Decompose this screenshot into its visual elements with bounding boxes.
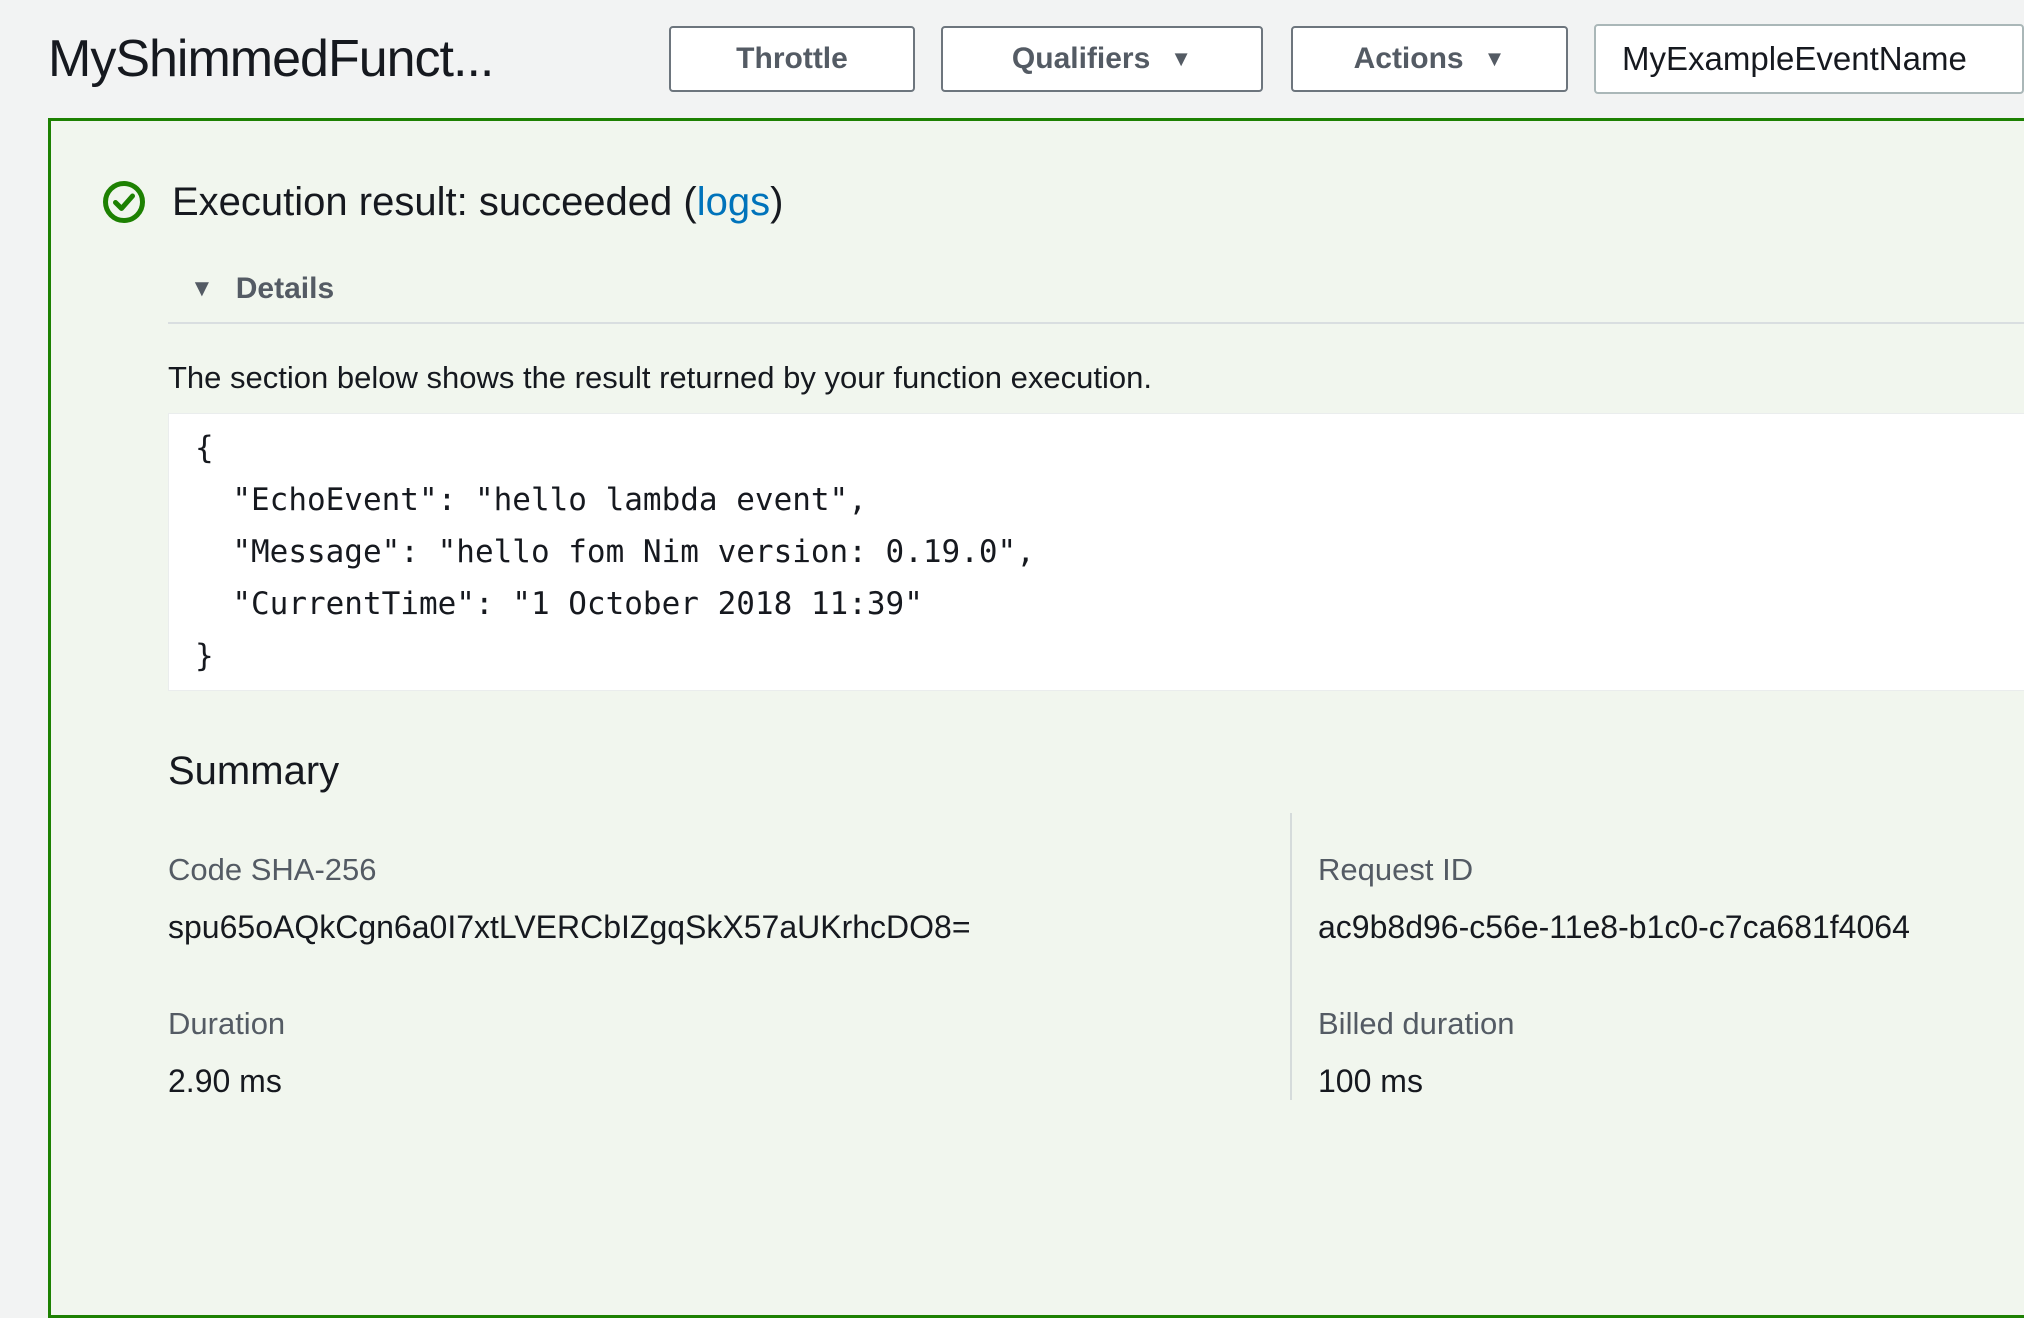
summary-heading: Summary <box>168 749 2024 794</box>
result-json-output: { "EchoEvent": "hello lambda event", "Me… <box>168 413 2024 691</box>
actions-button[interactable]: Actions ▼ <box>1291 26 1568 92</box>
summary-section: Code SHA-256 spu65oAQkCgn6a0I7xtLVERCbIZ… <box>168 813 2024 1100</box>
summary-column-right: Request ID ac9b8d96-c56e-11e8-b1c0-c7ca6… <box>1290 813 2024 1100</box>
heading-suffix: ) <box>770 180 783 224</box>
field-value: ac9b8d96-c56e-11e8-b1c0-c7ca681f4064 <box>1318 909 2024 946</box>
page-header: MyShimmedFunct... Throttle Qualifiers ▼ … <box>0 0 2024 118</box>
field-value: 100 ms <box>1318 1063 2024 1100</box>
chevron-down-icon: ▼ <box>1484 48 1506 70</box>
field-label: Code SHA-256 <box>168 852 1290 888</box>
chevron-down-icon: ▼ <box>1170 48 1192 70</box>
test-event-select[interactable]: MyExampleEventName <box>1594 24 2024 94</box>
execution-result-heading: Execution result: succeeded (logs) <box>172 178 783 226</box>
throttle-button-label: Throttle <box>736 42 848 76</box>
success-check-icon <box>102 180 146 229</box>
summary-field-duration: Duration 2.90 ms <box>168 1006 1290 1100</box>
field-label: Duration <box>168 1006 1290 1042</box>
heading-prefix: Execution result: succeeded ( <box>172 180 697 224</box>
field-value: spu65oAQkCgn6a0I7xtLVERCbIZgqSkX57aUKrhc… <box>168 909 1290 946</box>
field-value: 2.90 ms <box>168 1063 1290 1100</box>
logs-link[interactable]: logs <box>697 180 770 224</box>
details-divider <box>168 322 2024 324</box>
qualifiers-button[interactable]: Qualifiers ▼ <box>941 26 1263 92</box>
function-name-title: MyShimmedFunct... <box>48 29 655 89</box>
execution-result-panel: Execution result: succeeded (logs) ▼ Det… <box>48 118 2024 1318</box>
qualifiers-button-label: Qualifiers <box>1012 42 1150 76</box>
summary-field-code-sha256: Code SHA-256 spu65oAQkCgn6a0I7xtLVERCbIZ… <box>168 852 1290 946</box>
field-label: Request ID <box>1318 852 2024 888</box>
actions-button-label: Actions <box>1354 42 1464 76</box>
details-toggle[interactable]: ▼ Details <box>51 272 2024 306</box>
summary-field-request-id: Request ID ac9b8d96-c56e-11e8-b1c0-c7ca6… <box>1318 852 2024 946</box>
field-label: Billed duration <box>1318 1006 2024 1042</box>
summary-field-billed-duration: Billed duration 100 ms <box>1318 1006 2024 1100</box>
result-description: The section below shows the result retur… <box>168 360 2024 396</box>
summary-column-left: Code SHA-256 spu65oAQkCgn6a0I7xtLVERCbIZ… <box>168 813 1290 1100</box>
test-event-select-value: MyExampleEventName <box>1622 40 1967 78</box>
throttle-button[interactable]: Throttle <box>669 26 915 92</box>
execution-result-heading-row: Execution result: succeeded (logs) <box>51 178 2024 229</box>
details-toggle-label: Details <box>236 272 334 306</box>
triangle-down-icon: ▼ <box>190 277 214 301</box>
